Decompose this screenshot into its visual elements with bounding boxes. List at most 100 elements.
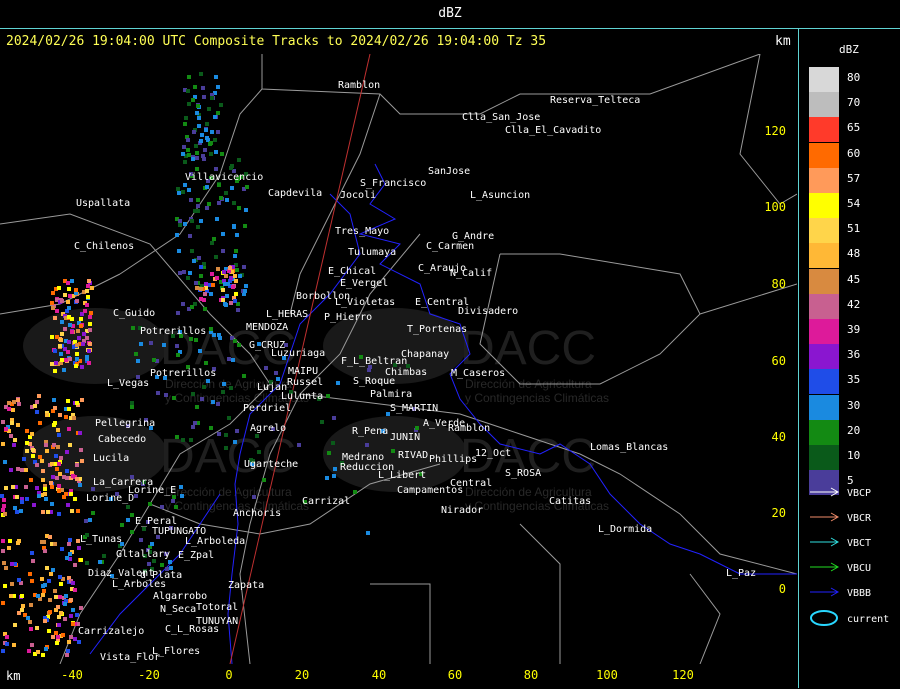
echo-cell	[187, 102, 191, 106]
color-swatch	[809, 167, 839, 193]
echo-cell	[198, 349, 202, 353]
echo-cell	[64, 594, 68, 598]
echo-cell	[52, 398, 56, 402]
echo-cell	[195, 405, 199, 409]
town-label: JUNIN	[390, 432, 420, 443]
color-swatch	[809, 445, 839, 470]
echo-cell	[235, 268, 239, 272]
town-label: Jocoli	[340, 190, 376, 201]
echo-cell	[160, 563, 164, 567]
echo-cell	[22, 457, 26, 461]
echo-cell	[203, 307, 207, 311]
echo-cell	[11, 485, 15, 489]
echo-cell	[13, 438, 17, 442]
echo-cell	[51, 568, 55, 572]
echo-cell	[43, 619, 47, 623]
town-label: L_Paz	[726, 568, 756, 579]
echo-cell	[193, 85, 197, 89]
x-tick-label: 120	[672, 668, 694, 682]
echo-cell	[79, 324, 83, 328]
echo-cell	[64, 358, 68, 362]
echo-cell	[35, 410, 39, 414]
color-swatch	[809, 142, 839, 168]
track-label: VBCP	[847, 488, 872, 499]
echo-cell	[81, 342, 85, 346]
echo-cell	[199, 219, 203, 223]
echo-cell	[25, 441, 29, 445]
echo-cell	[415, 426, 419, 430]
echo-cell	[194, 281, 198, 285]
echo-cell	[181, 302, 185, 306]
echo-cell	[46, 510, 50, 514]
echo-cell	[69, 635, 73, 639]
echo-cell	[367, 368, 371, 372]
town-label: Perdriel	[243, 403, 291, 414]
echo-cell	[55, 476, 59, 480]
echo-cell	[202, 95, 206, 99]
track-arrow-icon	[809, 537, 841, 550]
echo-cell	[54, 631, 58, 635]
echo-cell	[237, 343, 241, 347]
echo-cell	[25, 497, 29, 501]
echo-cell	[244, 284, 248, 288]
color-swatch-label: 80	[847, 71, 861, 84]
town-label: Zapata	[228, 580, 264, 591]
echo-cell	[58, 472, 62, 476]
echo-cell	[176, 187, 180, 191]
track-arrow-icon	[809, 487, 841, 500]
echo-cell	[126, 518, 130, 522]
echo-cell	[68, 357, 72, 361]
echo-cell	[55, 641, 59, 645]
echo-cell	[235, 429, 239, 433]
echo-cell	[38, 455, 42, 459]
town-label: Capdevila	[268, 188, 322, 199]
echo-cell	[194, 338, 198, 342]
color-swatch-label: 42	[847, 297, 861, 311]
radar-map[interactable]: DACC DACC DACC DACC Dirección de Agricul…	[0, 54, 797, 664]
town-label: M_Caseros	[451, 368, 505, 379]
y-tick-label: 120	[764, 124, 786, 138]
echo-cell	[41, 510, 45, 514]
town-label: Clla_El_Cavadito	[505, 125, 601, 136]
town-label: Uspallata	[76, 198, 130, 209]
echo-cell	[75, 463, 79, 467]
echo-cell	[227, 416, 231, 420]
x-tick-label: 100	[596, 668, 618, 682]
echo-cell	[210, 130, 214, 134]
town-label: Ramblon	[448, 423, 490, 434]
echo-cell	[215, 276, 219, 280]
echo-cell	[48, 610, 52, 614]
echo-cell	[181, 190, 185, 194]
echo-cell	[244, 208, 248, 212]
echo-cell	[216, 402, 220, 406]
town-label: RIVAD	[398, 450, 428, 461]
town-label: C_Carmen	[426, 241, 474, 252]
town-label: L_Asuncion	[470, 190, 530, 201]
y-tick-label: 80	[771, 277, 786, 291]
town-label: L_Violetas	[335, 297, 395, 308]
echo-cell	[37, 394, 41, 398]
echo-cell	[10, 582, 14, 586]
echo-cell	[179, 485, 183, 489]
echo-cell	[54, 454, 58, 458]
town-label: Ugarteche	[244, 459, 298, 470]
echo-cell	[274, 371, 278, 375]
color-swatch-label: 39	[847, 323, 861, 336]
echo-cell	[214, 167, 218, 171]
echo-cell	[60, 547, 64, 551]
echo-cell	[38, 421, 42, 425]
color-swatch-label: 65	[847, 121, 861, 135]
echo-cell	[234, 249, 238, 253]
echo-cell	[130, 530, 134, 534]
echo-cell	[147, 562, 151, 566]
echo-cell	[190, 305, 194, 309]
echo-cell	[224, 191, 228, 195]
echo-cell	[235, 233, 239, 237]
echo-cell	[148, 502, 152, 506]
color-swatch-label: 35	[847, 373, 861, 387]
echo-cell	[136, 359, 140, 363]
echo-cell	[12, 443, 16, 447]
echo-cell	[75, 357, 79, 361]
echo-cell	[56, 445, 60, 449]
echo-cell	[16, 467, 20, 471]
